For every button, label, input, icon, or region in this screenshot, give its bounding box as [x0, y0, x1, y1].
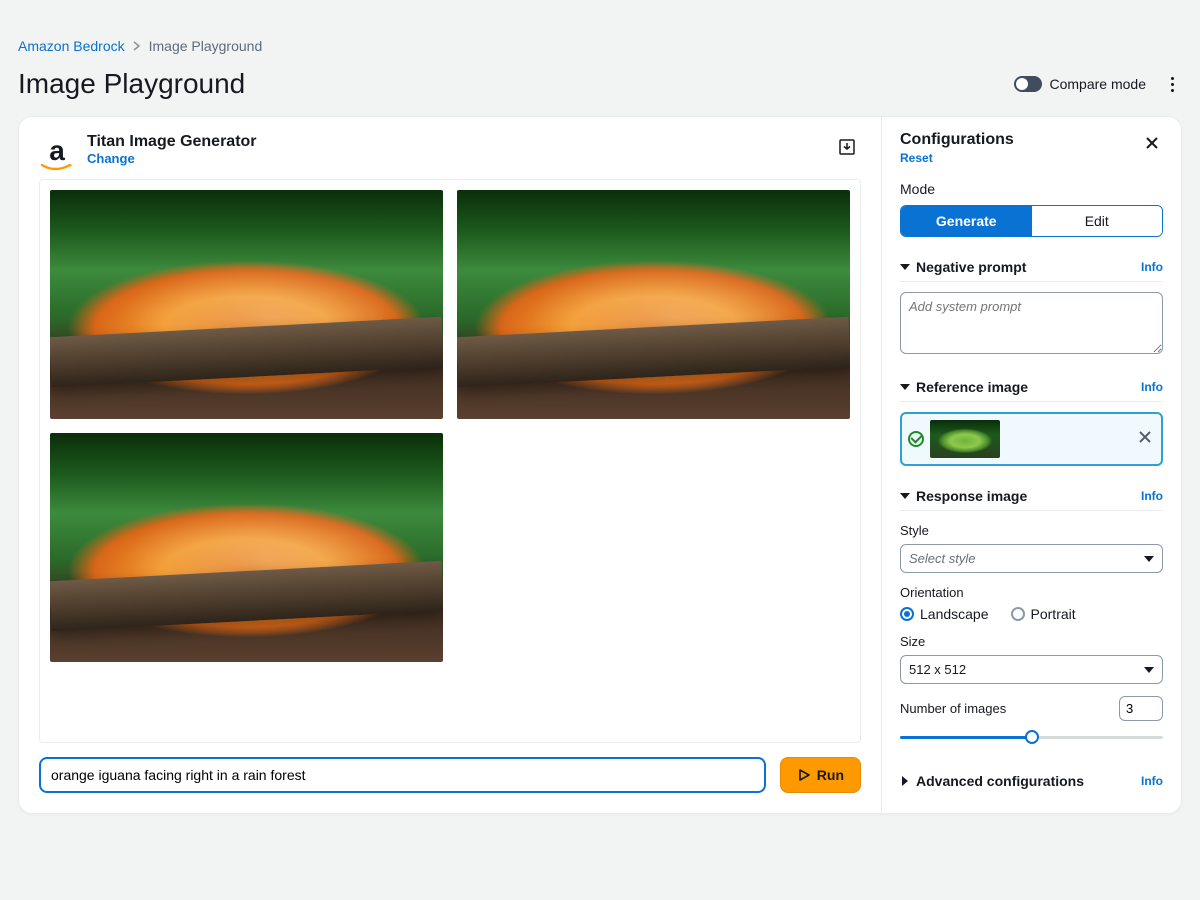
chevron-down-icon	[900, 384, 910, 390]
run-button-label: Run	[817, 767, 844, 783]
negative-prompt-toggle[interactable]: Negative prompt	[900, 259, 1026, 275]
breadcrumb: Amazon Bedrock Image Playground	[18, 18, 1182, 54]
chevron-down-icon	[900, 493, 910, 499]
close-icon	[1139, 431, 1151, 443]
size-value: 512 x 512	[909, 662, 966, 677]
page-title: Image Playground	[18, 68, 245, 100]
reset-link[interactable]: Reset	[900, 151, 1014, 165]
model-name: Titan Image Generator	[87, 133, 257, 151]
toggle-switch-icon	[1014, 76, 1042, 92]
chevron-right-icon	[902, 776, 908, 786]
mode-edit-tab[interactable]: Edit	[1032, 206, 1163, 236]
num-images-slider[interactable]	[900, 727, 1163, 747]
run-button[interactable]: Run	[780, 757, 861, 793]
style-placeholder: Select style	[909, 551, 975, 566]
amazon-logo-icon: a	[39, 133, 75, 169]
response-image-info-link[interactable]: Info	[1141, 489, 1163, 503]
advanced-config-info-link[interactable]: Info	[1141, 774, 1163, 788]
close-config-button[interactable]	[1141, 131, 1163, 157]
style-label: Style	[900, 523, 1163, 538]
num-images-label: Number of images	[900, 701, 1006, 716]
compare-mode-toggle[interactable]: Compare mode	[1014, 76, 1147, 92]
chevron-down-icon	[1144, 556, 1154, 562]
size-label: Size	[900, 634, 1163, 649]
generated-image[interactable]	[457, 190, 850, 419]
orientation-portrait-radio[interactable]: Portrait	[1011, 606, 1076, 622]
reference-image-info-link[interactable]: Info	[1141, 380, 1163, 394]
orientation-landscape-radio[interactable]: Landscape	[900, 606, 989, 622]
model-change-link[interactable]: Change	[87, 151, 257, 166]
size-select[interactable]: 512 x 512	[900, 655, 1163, 684]
mode-label: Mode	[900, 181, 1163, 197]
negative-prompt-info-link[interactable]: Info	[1141, 260, 1163, 274]
response-image-label: Response image	[916, 488, 1027, 504]
num-images-input[interactable]	[1119, 696, 1163, 721]
generated-image[interactable]	[50, 190, 443, 419]
reference-image-toggle[interactable]: Reference image	[900, 379, 1028, 395]
breadcrumb-current: Image Playground	[149, 38, 263, 54]
response-image-toggle[interactable]: Response image	[900, 488, 1027, 504]
mode-segmented: Generate Edit	[900, 205, 1163, 237]
close-icon	[1145, 136, 1159, 150]
advanced-config-toggle[interactable]: Advanced configurations	[900, 773, 1084, 789]
style-select[interactable]: Select style	[900, 544, 1163, 573]
play-icon	[797, 768, 811, 782]
mode-generate-tab[interactable]: Generate	[901, 206, 1032, 236]
advanced-config-label: Advanced configurations	[916, 773, 1084, 789]
negative-prompt-input[interactable]	[900, 292, 1163, 354]
config-title: Configurations	[900, 131, 1014, 148]
orientation-portrait-label: Portrait	[1031, 606, 1076, 622]
chevron-down-icon	[900, 264, 910, 270]
prompt-input[interactable]	[39, 757, 766, 793]
download-button[interactable]	[833, 133, 861, 161]
reference-image-label: Reference image	[916, 379, 1028, 395]
negative-prompt-label: Negative prompt	[916, 259, 1026, 275]
reference-image-box	[900, 412, 1163, 466]
check-circle-icon	[908, 431, 924, 447]
breadcrumb-root[interactable]: Amazon Bedrock	[18, 38, 125, 54]
reference-thumbnail[interactable]	[930, 420, 1000, 458]
more-actions-button[interactable]	[1162, 74, 1182, 94]
orientation-label: Orientation	[900, 585, 1163, 600]
image-gallery	[39, 179, 861, 743]
chevron-right-icon	[133, 38, 141, 54]
remove-reference-button[interactable]	[1135, 430, 1155, 448]
orientation-landscape-label: Landscape	[920, 606, 989, 622]
chevron-down-icon	[1144, 667, 1154, 673]
compare-mode-label: Compare mode	[1050, 76, 1147, 92]
generated-image[interactable]	[50, 433, 443, 662]
